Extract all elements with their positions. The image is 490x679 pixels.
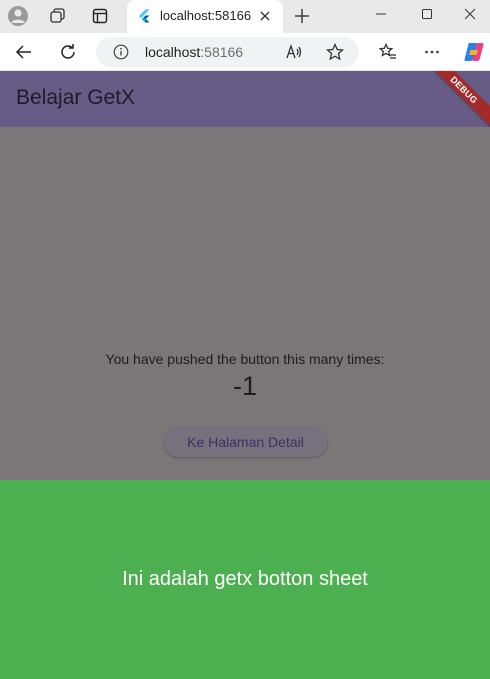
new-tab-icon[interactable] bbox=[288, 4, 316, 28]
app-title: Belajar GetX bbox=[16, 86, 136, 109]
flutter-favicon-icon bbox=[139, 9, 150, 23]
app-bar: Belajar GetX bbox=[0, 71, 490, 127]
tab-strip: localhost:58166 bbox=[0, 0, 490, 33]
maximize-window-icon[interactable] bbox=[404, 0, 450, 28]
read-aloud-icon[interactable] bbox=[280, 38, 308, 66]
workspaces-icon[interactable] bbox=[44, 4, 72, 28]
back-icon[interactable] bbox=[10, 38, 38, 66]
close-window-icon[interactable] bbox=[450, 0, 490, 28]
counter-value: -1 bbox=[232, 371, 257, 401]
bottom-sheet-text: Ini adalah getx botton sheet bbox=[122, 568, 368, 590]
favorite-star-icon[interactable] bbox=[321, 38, 349, 66]
address-url: localhost:58166 bbox=[145, 44, 244, 60]
tab-title: localhost:58166 bbox=[160, 8, 252, 23]
counter-label: You have pushed the button this many tim… bbox=[105, 351, 385, 367]
detail-page-button[interactable]: Ke Halaman Detail bbox=[164, 427, 327, 457]
more-options-icon[interactable] bbox=[418, 38, 446, 66]
address-bar[interactable]: localhost:58166 bbox=[96, 37, 359, 67]
browser-window: localhost:58166 localhost:58166 Belajar … bbox=[0, 0, 490, 679]
bottom-sheet: Ini adalah getx botton sheet bbox=[0, 480, 490, 679]
profile-avatar-icon[interactable] bbox=[4, 4, 32, 28]
favorites-collection-icon[interactable] bbox=[374, 38, 402, 66]
minimize-window-icon[interactable] bbox=[358, 0, 404, 28]
tab-active[interactable]: localhost:58166 bbox=[127, 0, 283, 33]
refresh-icon[interactable] bbox=[54, 38, 82, 66]
close-tab-icon[interactable] bbox=[257, 8, 273, 24]
vertical-tabs-icon[interactable] bbox=[86, 4, 114, 28]
site-info-icon[interactable] bbox=[113, 44, 129, 60]
browser-toolbar: localhost:58166 bbox=[0, 33, 490, 71]
copilot-icon[interactable] bbox=[460, 38, 488, 66]
